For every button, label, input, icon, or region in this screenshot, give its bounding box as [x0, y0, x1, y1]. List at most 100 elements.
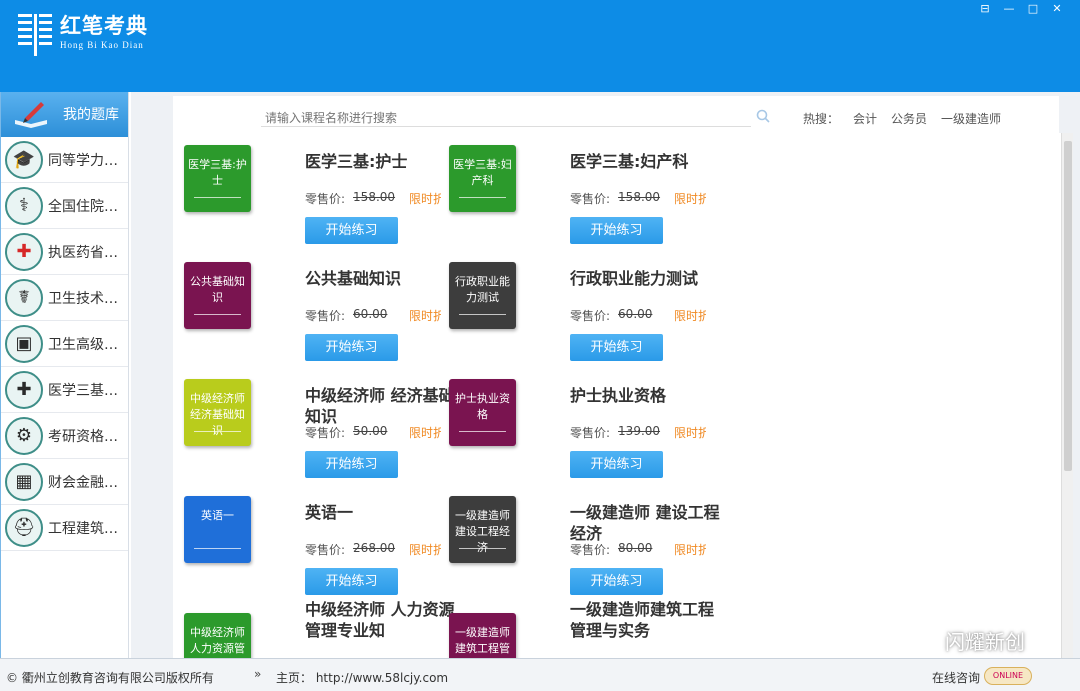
- course-title[interactable]: 英语一: [305, 502, 455, 523]
- sidebar-item-label: 医学三基…: [48, 382, 118, 399]
- start-practice-button[interactable]: 开始练习: [305, 334, 398, 361]
- sidebar-item[interactable]: ☤ 卫生技术…: [1, 275, 128, 321]
- course-card: 一级建造师建设工程经济 一级建造师 建设工程经济 零售价: 80.00 限时折 开始练习: [438, 484, 720, 602]
- hot-term-civil-servant[interactable]: 公务员: [891, 110, 927, 127]
- start-practice-button[interactable]: 开始练习: [305, 217, 398, 244]
- main-frame: 我的题库 🎓 同等学力… ⚕ 全国住院… ✚ 执医药省… ☤ 卫生技术… ▣ 卫生高级… ✚ 医学三基…: [0, 92, 1080, 658]
- course-title[interactable]: 公共基础知识: [305, 268, 455, 289]
- start-practice-button[interactable]: 开始练习: [570, 568, 663, 595]
- doctor-icon: ⚕: [5, 186, 43, 225]
- maximize-button[interactable]: □: [1026, 2, 1040, 16]
- scrollbar[interactable]: [1061, 133, 1073, 658]
- start-practice-button[interactable]: 开始练习: [305, 451, 398, 478]
- course-title[interactable]: 中级经济师 人力资源管理专业知: [305, 599, 455, 641]
- price-label: 零售价:: [570, 543, 611, 557]
- limited-discount-label: 限时折: [674, 192, 707, 206]
- course-cover[interactable]: 中级经济师经济基础知识: [184, 379, 251, 446]
- course-title[interactable]: 中级经济师 经济基础知识: [305, 385, 455, 427]
- course-cover[interactable]: 护士执业资格: [449, 379, 516, 446]
- retail-price: 158.00: [618, 190, 661, 204]
- calculator-icon: ▦: [5, 462, 43, 501]
- retail-price: 80.00: [618, 541, 653, 555]
- start-practice-button[interactable]: 开始练习: [305, 568, 398, 595]
- search-icon[interactable]: [755, 108, 771, 124]
- sidebar-item-label: 工程建筑…: [48, 520, 118, 537]
- sidebar-item[interactable]: ⚙ 考研资格…: [1, 413, 128, 459]
- sidebar-item-label: 同等学力…: [48, 152, 118, 169]
- course-card: 公共基础知识 公共基础知识 零售价: 60.00 限时折 开始练习: [173, 250, 443, 368]
- logo-subtitle: Hong Bi Kao Dian: [60, 40, 144, 50]
- sidebar-item-label: 考研资格…: [48, 428, 118, 445]
- course-title[interactable]: 医学三基:护士: [305, 151, 455, 172]
- course-list: 医学三基:护士 医学三基:护士 零售价: 158.00 限时折 开始练习 医学三基:妇产科医…: [173, 133, 1061, 658]
- limited-discount-label: 限时折: [674, 426, 707, 440]
- copyright-text: © 衢州立创教育咨询有限公司版权所有: [6, 671, 214, 685]
- sidebar-item[interactable]: ⚕ 全国住院…: [1, 183, 128, 229]
- course-title[interactable]: 护士执业资格: [570, 385, 720, 406]
- price-label: 零售价:: [570, 192, 611, 206]
- price-label: 零售价:: [305, 192, 346, 206]
- sidebar-item[interactable]: 🎓 同等学力…: [1, 137, 128, 183]
- gear-cluster-icon: ⚙: [5, 416, 43, 455]
- sidebar-item-label: 全国住院…: [48, 198, 118, 215]
- sidebar-item[interactable]: ▣ 卫生高级…: [1, 321, 128, 367]
- my-question-bank-tab[interactable]: 我的题库: [1, 92, 128, 137]
- course-card: 行政职业能力测试 行政职业能力测试 零售价: 60.00 限时折 开始练习: [438, 250, 708, 368]
- retail-price: 50.00: [353, 424, 388, 438]
- course-cover[interactable]: 医学三基:护士: [184, 145, 251, 212]
- sidebar-item-label: 执医药省…: [48, 244, 118, 261]
- online-consult-link[interactable]: 在线咨询: [932, 669, 980, 686]
- retail-price: 268.00: [353, 541, 396, 555]
- course-cover[interactable]: 中级经济师 人力资源管理专业知识与实务: [184, 613, 251, 658]
- limited-discount-label: 限时折: [409, 309, 442, 323]
- homepage-link[interactable]: 主页： http://www.58lcjy.com: [276, 669, 448, 686]
- hot-term-accounting[interactable]: 会计: [853, 110, 877, 127]
- online-badge[interactable]: ONLINE: [984, 667, 1032, 685]
- red-cross-icon: ✚: [5, 232, 43, 271]
- course-cover[interactable]: 医学三基:妇产科: [449, 145, 516, 212]
- start-practice-button[interactable]: 开始练习: [570, 334, 663, 361]
- sidebar-item[interactable]: ▦ 财会金融…: [1, 459, 128, 505]
- start-practice-button[interactable]: 开始练习: [570, 451, 663, 478]
- course-card: 英语一 英语一 零售价: 268.00 限时折 开始练习: [173, 484, 443, 602]
- expand-arrow-icon[interactable]: »: [254, 667, 261, 681]
- limited-discount-label: 限时折: [674, 543, 707, 557]
- price-label: 零售价:: [570, 309, 611, 323]
- graduation-cap-icon: 🎓: [5, 140, 43, 179]
- watermark: 闪耀新创: [905, 626, 1025, 655]
- search-input[interactable]: [261, 109, 751, 127]
- retail-price: 60.00: [353, 307, 388, 321]
- price-row: 零售价: 60.00 限时折: [570, 307, 706, 324]
- sidebar-item[interactable]: ⛑ 工程建筑…: [1, 505, 128, 551]
- course-cover[interactable]: 公共基础知识: [184, 262, 251, 329]
- course-cover[interactable]: 行政职业能力测试: [449, 262, 516, 329]
- course-cover[interactable]: 一级建造师建筑工程管理与实务: [449, 613, 516, 658]
- course-title[interactable]: 医学三基:妇产科: [570, 151, 720, 172]
- course-title[interactable]: 一级建造师建筑工程管理与实务: [570, 599, 720, 641]
- close-button[interactable]: ✕: [1050, 2, 1064, 16]
- scrollbar-thumb[interactable]: [1064, 141, 1072, 471]
- course-cover[interactable]: 英语一: [184, 496, 251, 563]
- course-title[interactable]: 一级建造师 建设工程经济: [570, 502, 720, 544]
- course-title[interactable]: 行政职业能力测试: [570, 268, 720, 289]
- retail-price: 60.00: [618, 307, 653, 321]
- watermark-text: 闪耀新创: [945, 630, 1025, 654]
- restore-icon[interactable]: ⊟: [978, 2, 992, 16]
- limited-discount-label: 限时折: [674, 309, 707, 323]
- sidebar-item[interactable]: ✚ 医学三基…: [1, 367, 128, 413]
- price-label: 零售价:: [570, 426, 611, 440]
- price-row: 零售价: 158.00 限时折: [305, 190, 441, 207]
- retail-price: 139.00: [618, 424, 661, 438]
- course-cover[interactable]: 一级建造师建设工程经济: [449, 496, 516, 563]
- limited-discount-label: 限时折: [409, 192, 442, 206]
- nurse-icon: ☤: [5, 278, 43, 317]
- sidebar-item-label: 财会金融…: [48, 474, 118, 491]
- hot-term-constructor[interactable]: 一级建造师: [941, 110, 1001, 127]
- status-bar: © 衢州立创教育咨询有限公司版权所有 » 主页： http://www.58lc…: [0, 658, 1080, 691]
- hot-search: 热搜： 会计 公务员 一级建造师: [803, 110, 1001, 127]
- price-label: 零售价:: [305, 309, 346, 323]
- sidebar-item[interactable]: ✚ 执医药省…: [1, 229, 128, 275]
- app-logo: 红笔考典 Hong Bi Kao Dian: [16, 12, 148, 58]
- start-practice-button[interactable]: 开始练习: [570, 217, 663, 244]
- minimize-button[interactable]: —: [1002, 2, 1016, 16]
